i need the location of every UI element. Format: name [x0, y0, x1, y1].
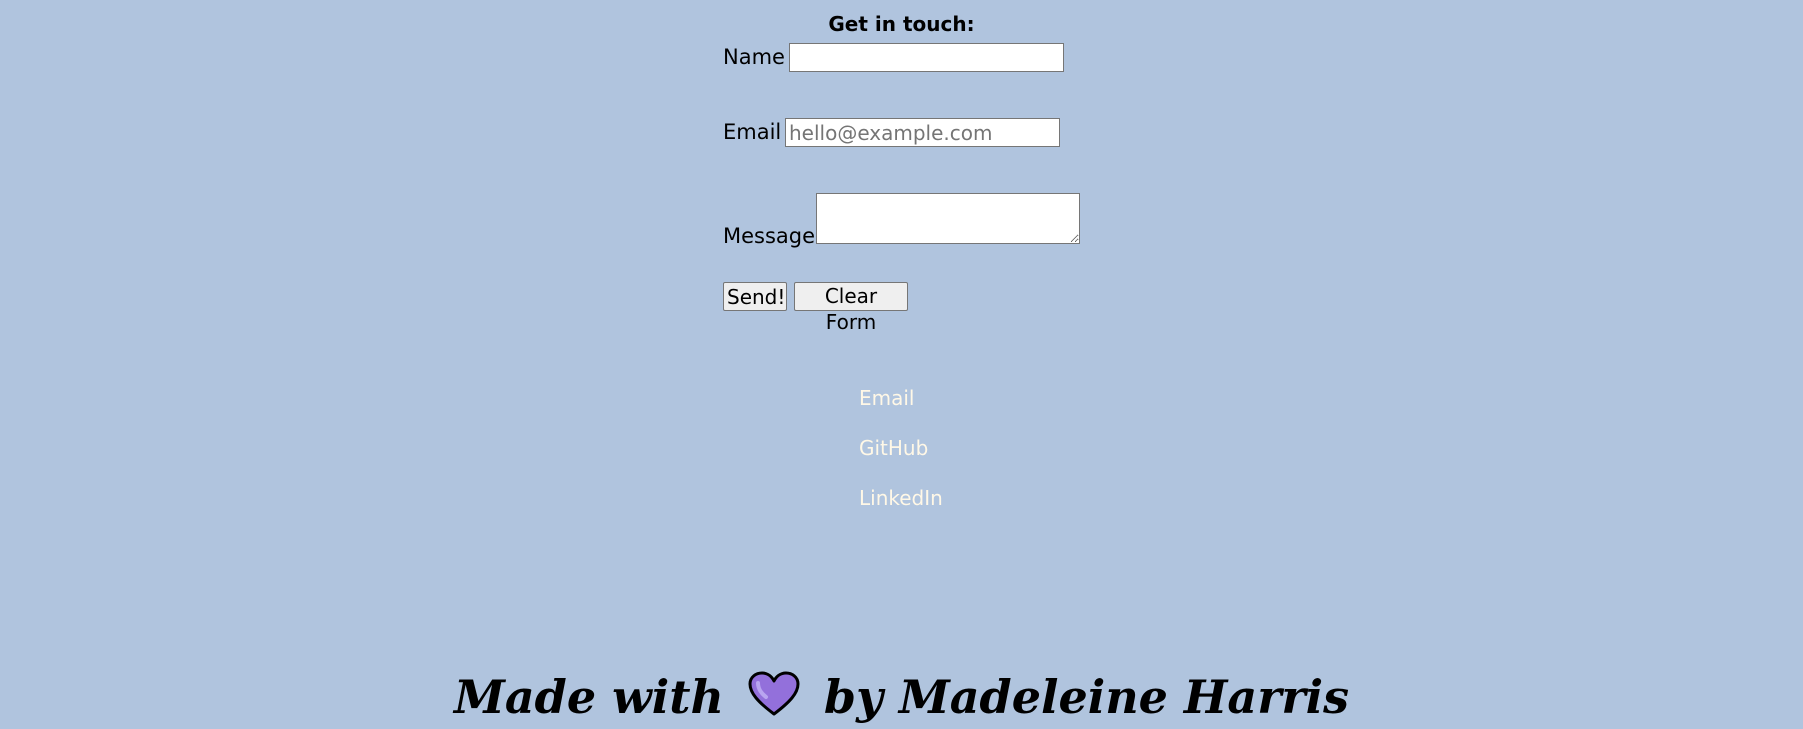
heart-icon: [748, 669, 800, 729]
contact-page: Get in touch: Name Email Message Send! C…: [0, 0, 1803, 729]
clear-form-button[interactable]: Clear Form: [794, 282, 908, 334]
email-link[interactable]: Email: [859, 386, 915, 410]
linkedin-link[interactable]: LinkedIn: [859, 486, 943, 510]
contact-title: Get in touch:: [828, 12, 975, 36]
send-button[interactable]: Send!: [723, 282, 787, 311]
name-label: Name: [723, 45, 785, 69]
email-label: Email: [723, 120, 782, 144]
email-input[interactable]: [785, 118, 1060, 147]
footer: Made with by Madeleine Harris: [0, 665, 1803, 729]
message-textarea[interactable]: [816, 193, 1080, 244]
message-label: Message: [723, 224, 816, 248]
github-link[interactable]: GitHub: [859, 436, 928, 460]
name-input[interactable]: [789, 43, 1064, 72]
footer-prefix: Made with: [453, 670, 724, 724]
footer-suffix: by Madeleine Harris: [823, 670, 1350, 724]
